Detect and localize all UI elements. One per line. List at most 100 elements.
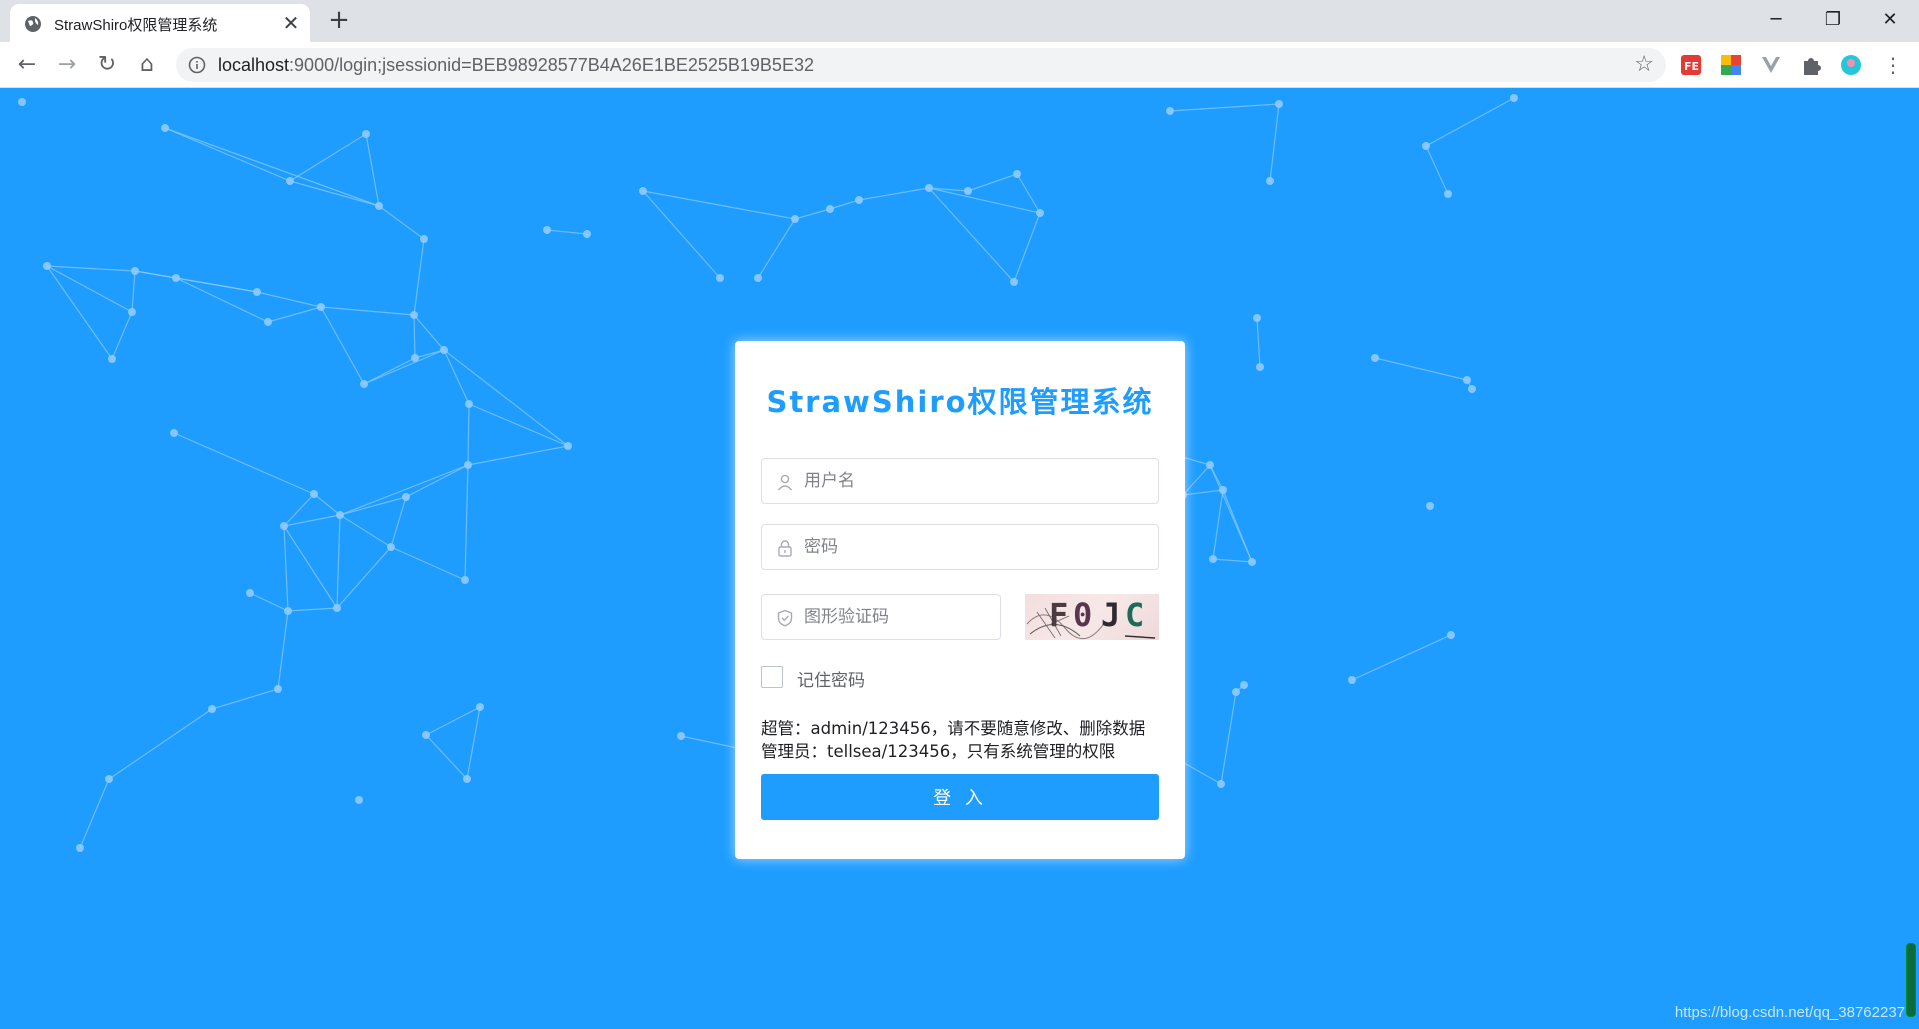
network-node xyxy=(465,400,473,408)
network-link xyxy=(1425,145,1449,195)
network-link xyxy=(131,270,136,313)
network-node xyxy=(360,380,368,388)
network-link xyxy=(313,493,341,516)
url-host: localhost xyxy=(218,55,290,75)
remember-label: 记住密码 xyxy=(797,671,865,691)
close-window-button[interactable]: ✕ xyxy=(1870,6,1910,36)
network-link xyxy=(283,525,289,612)
network-node xyxy=(1468,385,1476,393)
network-node xyxy=(264,318,272,326)
extensions-puzzle-icon[interactable] xyxy=(1800,54,1822,76)
password-input[interactable] xyxy=(804,525,1144,569)
network-link xyxy=(794,208,831,220)
network-link xyxy=(175,277,269,323)
browser-tab[interactable]: StrawShiro权限管理系统 ✕ xyxy=(10,4,310,42)
network-link xyxy=(339,464,469,516)
network-node xyxy=(1253,314,1261,322)
minimize-window-button[interactable]: ─ xyxy=(1756,6,1796,36)
captcha-image[interactable]: F 0 J C xyxy=(1025,594,1159,640)
network-node xyxy=(1426,502,1434,510)
network-link xyxy=(642,190,796,220)
globe-icon xyxy=(25,16,41,32)
network-node xyxy=(422,731,430,739)
network-node xyxy=(1371,354,1379,362)
network-node xyxy=(402,493,410,501)
network-link xyxy=(283,525,338,609)
network-link xyxy=(1013,212,1041,283)
network-link xyxy=(336,514,341,609)
extension-fe-icon[interactable]: FE xyxy=(1680,54,1702,76)
login-button[interactable]: 登 入 xyxy=(761,774,1159,820)
network-link xyxy=(336,546,392,609)
network-link xyxy=(1169,103,1280,112)
network-link xyxy=(425,706,481,736)
info-icon[interactable] xyxy=(188,56,206,74)
admin-hint: 超管：admin/123456，请不要随意修改、删除数据 xyxy=(761,719,1146,738)
bookmark-star-icon[interactable]: ☆ xyxy=(1634,53,1654,77)
network-node xyxy=(170,429,178,437)
close-tab-icon[interactable]: ✕ xyxy=(282,13,300,33)
restore-window-button[interactable]: ❐ xyxy=(1813,6,1853,36)
back-arrow-icon[interactable]: ← xyxy=(12,50,42,80)
network-node xyxy=(583,230,591,238)
network-link xyxy=(267,306,322,323)
new-tab-button[interactable]: + xyxy=(326,7,352,34)
extension-vue-icon[interactable] xyxy=(1760,54,1782,76)
network-node xyxy=(1232,688,1240,696)
browser-menu-icon[interactable]: ⋮ xyxy=(1878,50,1908,80)
home-icon[interactable]: ⌂ xyxy=(132,50,162,80)
captcha-input[interactable] xyxy=(804,595,994,639)
network-node xyxy=(355,796,363,804)
profile-avatar[interactable] xyxy=(1840,54,1862,76)
network-node xyxy=(1217,780,1225,788)
forward-arrow-icon[interactable]: → xyxy=(52,50,82,80)
network-node xyxy=(1275,100,1283,108)
username-input[interactable] xyxy=(804,459,1144,503)
password-field[interactable] xyxy=(761,524,1159,570)
remember-checkbox[interactable] xyxy=(761,666,783,688)
network-node xyxy=(246,589,254,597)
captcha-field[interactable] xyxy=(761,594,1001,640)
network-node xyxy=(76,844,84,852)
network-node xyxy=(855,196,863,204)
network-node xyxy=(461,576,469,584)
network-link xyxy=(46,265,133,313)
network-node xyxy=(791,215,799,223)
network-node xyxy=(1444,190,1452,198)
network-node xyxy=(1348,676,1356,684)
network-node xyxy=(925,184,933,192)
network-link xyxy=(858,187,930,201)
network-node xyxy=(639,187,647,195)
network-link xyxy=(1269,103,1280,182)
network-node xyxy=(1013,170,1021,178)
network-node xyxy=(108,355,116,363)
network-node xyxy=(543,226,551,234)
login-card: StrawShiro权限管理系统 用户名 图形验证码 F 0 J C 记住密码 … xyxy=(735,341,1185,859)
network-link xyxy=(211,688,279,710)
username-field[interactable] xyxy=(761,458,1159,504)
reload-icon[interactable]: ↻ xyxy=(92,50,122,80)
browser-toolbar: ← → ↻ ⌂ localhost:9000/login;jsessionid=… xyxy=(0,42,1919,88)
extension-color-icon[interactable] xyxy=(1720,54,1742,76)
network-link xyxy=(1212,489,1224,560)
captcha-char: F xyxy=(1049,596,1069,634)
network-link xyxy=(1351,634,1452,681)
network-node xyxy=(172,274,180,282)
network-node xyxy=(420,235,428,243)
network-link xyxy=(413,314,416,359)
network-link xyxy=(967,173,1018,192)
network-node xyxy=(677,732,685,740)
network-node xyxy=(826,205,834,213)
network-link xyxy=(928,187,1015,283)
network-node xyxy=(208,705,216,713)
network-link xyxy=(467,445,569,466)
network-link xyxy=(466,706,481,780)
network-node xyxy=(440,346,448,354)
network-link xyxy=(1212,558,1253,563)
network-node xyxy=(964,187,972,195)
network-link xyxy=(108,708,213,780)
login-title: StrawShiro权限管理系统 xyxy=(766,385,1154,419)
network-link xyxy=(46,265,113,360)
address-bar[interactable]: localhost:9000/login;jsessionid=BEB98928… xyxy=(176,48,1666,82)
network-node xyxy=(1166,107,1174,115)
